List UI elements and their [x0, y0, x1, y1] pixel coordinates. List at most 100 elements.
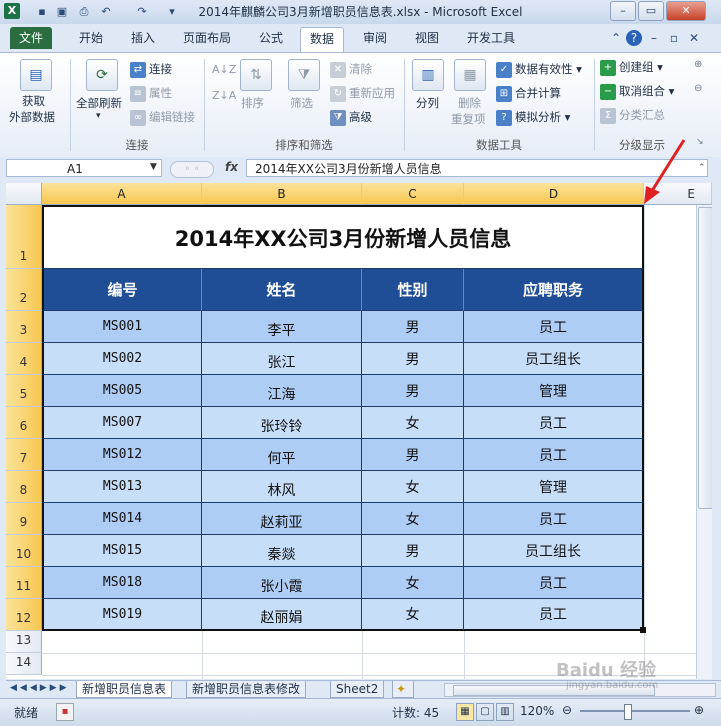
- table-cell[interactable]: 张玲铃: [202, 407, 362, 439]
- what-if-button[interactable]: ? 模拟分析 ▾: [496, 109, 570, 126]
- table-cell[interactable]: MS012: [42, 439, 202, 471]
- get-external-data-label[interactable]: 获取: [22, 93, 45, 109]
- row-header-7[interactable]: 7: [6, 439, 42, 471]
- get-external-data-label-2[interactable]: 外部数据: [9, 109, 55, 125]
- table-header-cell[interactable]: 编号: [42, 269, 202, 311]
- tab-file[interactable]: 文件: [10, 27, 53, 49]
- table-cell[interactable]: 赵莉亚: [202, 503, 362, 535]
- row-header-9[interactable]: 9: [6, 503, 42, 535]
- table-cell[interactable]: MS015: [42, 535, 202, 567]
- table-cell[interactable]: 男: [362, 439, 464, 471]
- window-restore-icon[interactable]: ▫: [666, 30, 682, 46]
- name-box[interactable]: A1: [6, 159, 162, 177]
- sort-za-icon[interactable]: Z↓A: [212, 89, 236, 102]
- table-cell[interactable]: 女: [362, 503, 464, 535]
- sheet-tab-new-staff-modified[interactable]: 新增职员信息表修改: [186, 681, 307, 698]
- table-cell[interactable]: 员工: [464, 599, 644, 631]
- zoom-out-icon[interactable]: ⊖: [562, 703, 572, 717]
- row-header-12[interactable]: 12: [6, 599, 42, 631]
- page-break-view-icon[interactable]: ▥: [496, 703, 514, 721]
- window-minimize-icon[interactable]: –: [646, 30, 662, 46]
- insert-function-icon[interactable]: fx: [225, 160, 238, 174]
- column-header-b[interactable]: B: [202, 183, 362, 205]
- table-header-cell[interactable]: 性别: [362, 269, 464, 311]
- group-button[interactable]: + 创建组 ▾: [600, 59, 663, 76]
- show-detail-icon[interactable]: ⊕: [694, 59, 702, 70]
- table-cell[interactable]: MS013: [42, 471, 202, 503]
- table-cell[interactable]: 江海: [202, 375, 362, 407]
- tab-data[interactable]: 数据: [300, 27, 345, 52]
- vertical-scroll-thumb[interactable]: [698, 207, 712, 509]
- table-cell[interactable]: 员工组长: [464, 343, 644, 375]
- tab-insert[interactable]: 插入: [122, 27, 164, 49]
- select-all-button[interactable]: [6, 183, 42, 205]
- zoom-slider[interactable]: [580, 710, 690, 712]
- table-cell[interactable]: MS019: [42, 599, 202, 631]
- row-header-5[interactable]: 5: [6, 375, 42, 407]
- tab-review[interactable]: 审阅: [354, 27, 396, 49]
- refresh-dropdown-icon[interactable]: ▾: [96, 111, 101, 121]
- sheet-tab-sheet2[interactable]: Sheet2: [330, 681, 385, 698]
- table-cell[interactable]: 管理: [464, 375, 644, 407]
- table-cell[interactable]: 男: [362, 311, 464, 343]
- row-header-11[interactable]: 11: [6, 567, 42, 599]
- table-cell[interactable]: MS018: [42, 567, 202, 599]
- tab-home[interactable]: 开始: [70, 27, 112, 49]
- page-layout-view-icon[interactable]: ▢: [476, 703, 494, 721]
- row-header-3[interactable]: 3: [6, 311, 42, 343]
- minimize-ribbon-icon[interactable]: ⌃: [608, 30, 624, 46]
- reapply-button[interactable]: ↻ 重新应用: [330, 85, 395, 102]
- subtotal-button[interactable]: Σ 分类汇总: [600, 107, 665, 124]
- insert-sheet-icon[interactable]: ✦: [392, 681, 414, 698]
- table-cell[interactable]: 张江: [202, 343, 362, 375]
- table-cell[interactable]: 员工组长: [464, 535, 644, 567]
- hide-detail-icon[interactable]: ⊖: [694, 83, 702, 94]
- formula-input[interactable]: 2014年XX公司3月份新增人员信息: [246, 159, 708, 177]
- sort-button[interactable]: 排序: [241, 95, 264, 111]
- maximize-button[interactable]: ▭: [638, 1, 664, 21]
- normal-view-icon[interactable]: ▦: [456, 703, 474, 721]
- close-button[interactable]: ✕: [666, 1, 706, 21]
- table-cell[interactable]: 秦燚: [202, 535, 362, 567]
- table-cell[interactable]: 男: [362, 343, 464, 375]
- text-to-columns-button[interactable]: 分列: [416, 95, 439, 111]
- table-header-cell[interactable]: 应聘职务: [464, 269, 644, 311]
- help-icon[interactable]: ?: [626, 30, 642, 46]
- table-cell[interactable]: MS014: [42, 503, 202, 535]
- table-cell[interactable]: MS001: [42, 311, 202, 343]
- dialog-launcher-icon[interactable]: ↘: [696, 137, 704, 147]
- table-cell[interactable]: 林风: [202, 471, 362, 503]
- row-header-14[interactable]: 14: [6, 653, 42, 675]
- expand-formula-bar-icon[interactable]: ⌃: [698, 163, 706, 173]
- table-cell[interactable]: MS002: [42, 343, 202, 375]
- row-header-6[interactable]: 6: [6, 407, 42, 439]
- name-box-dropdown-icon[interactable]: ▼: [150, 162, 157, 172]
- row-header-4[interactable]: 4: [6, 343, 42, 375]
- tab-formulas[interactable]: 公式: [250, 27, 292, 49]
- table-cell[interactable]: 员工: [464, 439, 644, 471]
- clear-button[interactable]: ✕ 清除: [330, 61, 372, 78]
- worksheet-grid[interactable]: A B C D E 2014年XX公司3月份新增人员信息 1 2 3 4 5 6 7 8 9 10…: [6, 183, 712, 679]
- table-cell[interactable]: 女: [362, 567, 464, 599]
- row-header-8[interactable]: 8: [6, 471, 42, 503]
- table-cell[interactable]: 员工: [464, 503, 644, 535]
- consolidate-button[interactable]: ⊞ 合并计算: [496, 85, 561, 102]
- tab-developer[interactable]: 开发工具: [458, 27, 524, 49]
- tab-page-layout[interactable]: 页面布局: [174, 27, 240, 49]
- table-cell[interactable]: 男: [362, 535, 464, 567]
- ungroup-button[interactable]: − 取消组合 ▾: [600, 83, 674, 100]
- table-cell[interactable]: MS007: [42, 407, 202, 439]
- table-cell[interactable]: 女: [362, 599, 464, 631]
- edit-links-button[interactable]: ∞ 编辑链接: [130, 109, 195, 126]
- properties-button[interactable]: ≡ 属性: [130, 85, 172, 102]
- sheet-nav-arrows-icon[interactable]: ◀◀◀▶▶▶: [10, 683, 70, 693]
- table-cell[interactable]: 张小霞: [202, 567, 362, 599]
- filter-button[interactable]: 筛选: [290, 95, 313, 111]
- formula-expand-handle[interactable]: ◦ ◦: [170, 161, 214, 178]
- zoom-in-icon[interactable]: ⊕: [694, 703, 704, 717]
- zoom-level[interactable]: 120%: [520, 704, 554, 718]
- tab-view[interactable]: 视图: [406, 27, 448, 49]
- minimize-button[interactable]: –: [610, 1, 636, 21]
- table-cell[interactable]: 女: [362, 407, 464, 439]
- table-cell[interactable]: 女: [362, 471, 464, 503]
